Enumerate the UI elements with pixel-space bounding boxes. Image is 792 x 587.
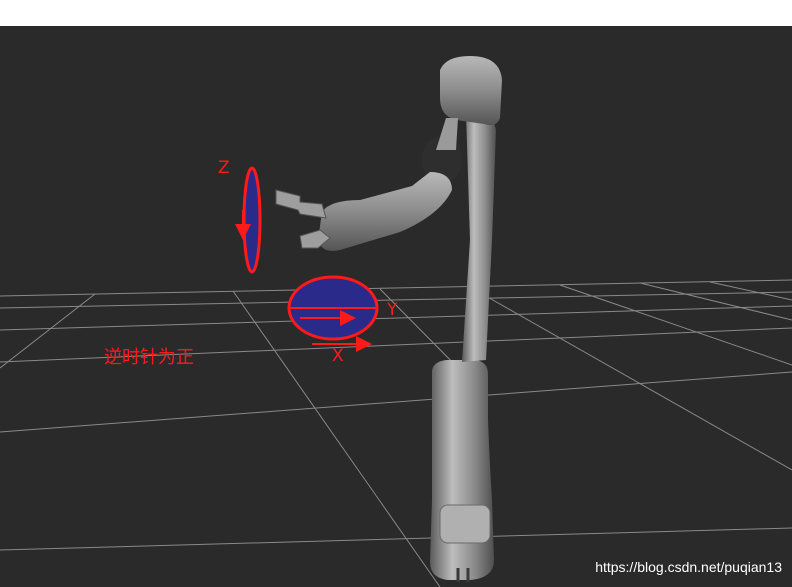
z-axis-label: Z xyxy=(218,158,230,178)
rotation-caption: 逆时针为正 xyxy=(104,347,194,368)
robot-elbow xyxy=(440,56,502,126)
robot-base-button xyxy=(439,504,491,544)
3d-viewport[interactable] xyxy=(0,0,792,587)
z-rotation-indicator xyxy=(235,166,262,274)
y-axis-label: Y xyxy=(387,300,398,320)
robot-base xyxy=(430,360,494,580)
watermark: https://blog.csdn.net/puqian13 xyxy=(595,559,782,575)
top-band xyxy=(0,0,792,26)
x-axis-label: X xyxy=(332,346,344,366)
